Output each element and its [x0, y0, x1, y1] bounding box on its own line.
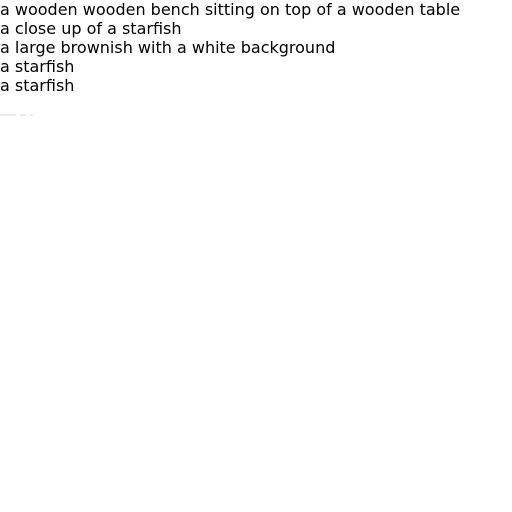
caption-line: a large brownish with a white background [0, 38, 336, 57]
caption-line: a close up of a starfish [0, 19, 182, 38]
smudge-segment [30, 114, 33, 116]
caption-list: a wooden wooden bench sitting on top of … [0, 0, 460, 95]
caption-line: a wooden wooden bench sitting on top of … [0, 0, 461, 19]
smudge-segment [0, 114, 16, 116]
caption-line: a starfish [0, 57, 75, 76]
smudge-segment [20, 114, 26, 116]
faint-smudge [0, 112, 44, 118]
caption-line: a starfish [0, 76, 75, 95]
